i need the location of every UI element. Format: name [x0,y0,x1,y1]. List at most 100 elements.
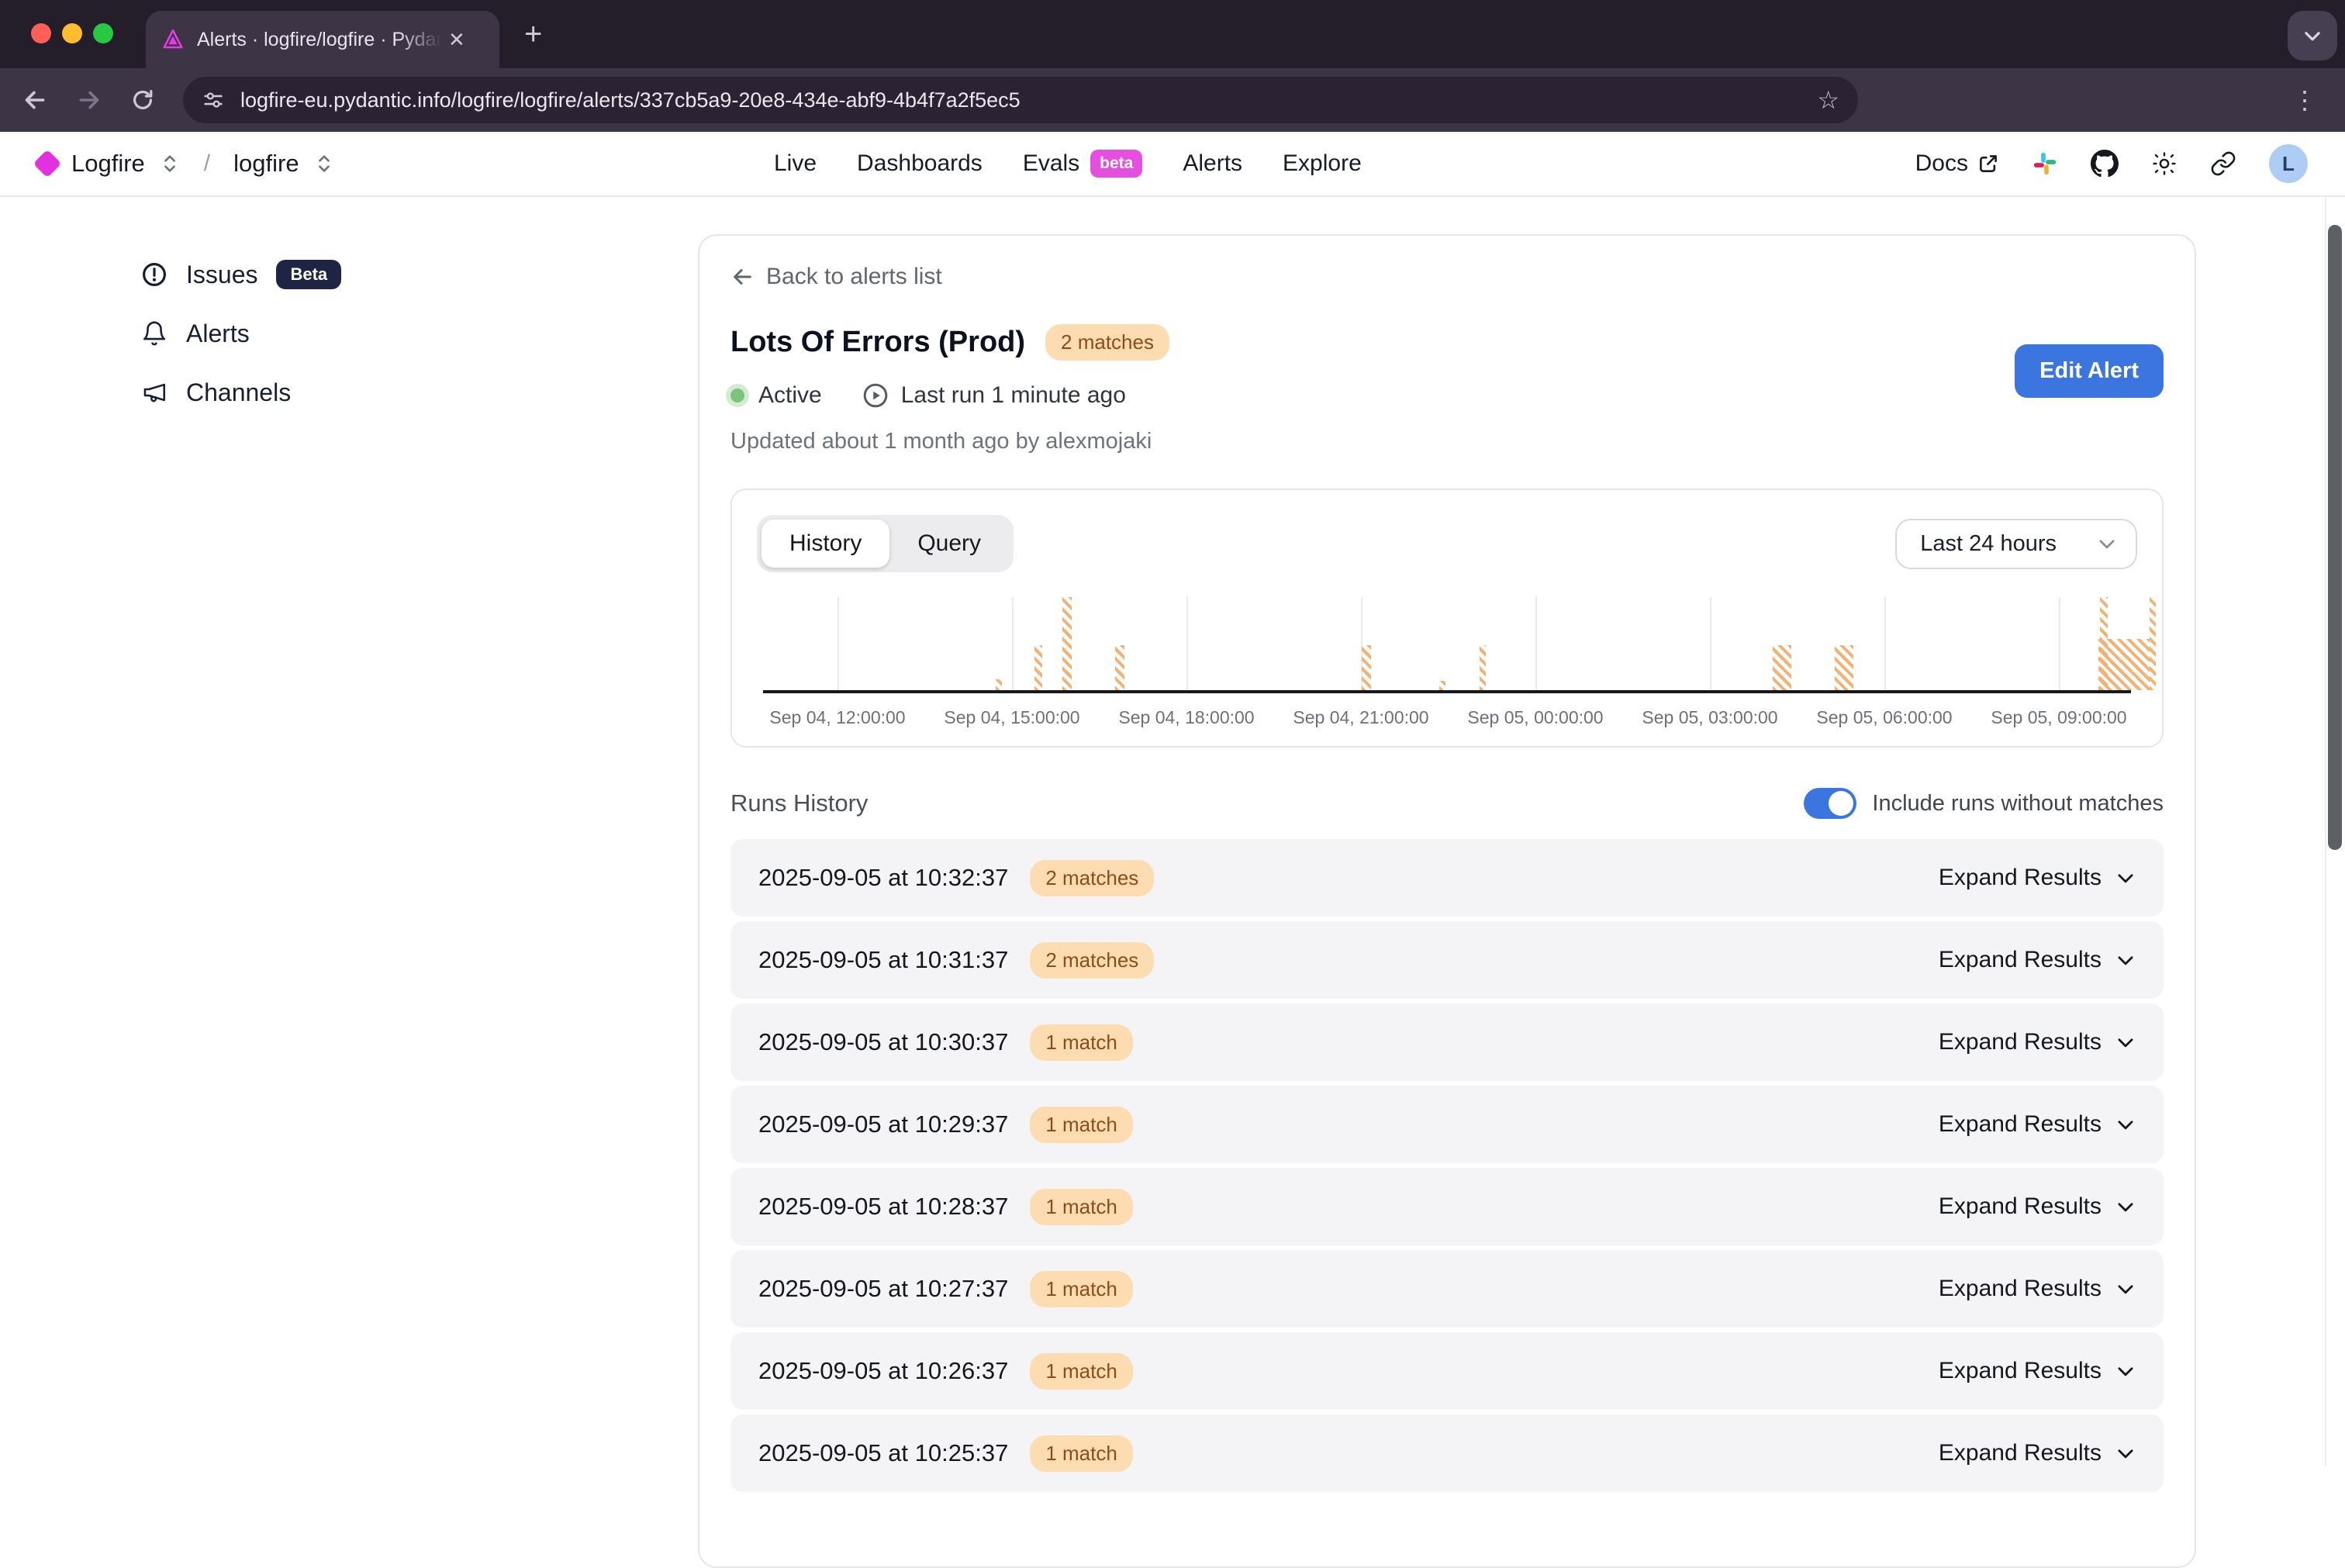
chart-gridline [1186,597,1188,690]
main-nav: Live Dashboards Evalsbeta Alerts Explore [774,150,1362,178]
org-selector-chevrons-icon[interactable] [162,154,178,174]
theme-sun-icon[interactable] [2151,150,2178,177]
sidebar-item-issues[interactable]: Issues Beta [0,245,682,304]
chart-tick-label: Sep 05, 00:00:00 [1467,707,1603,728]
chart-gridline [1012,597,1014,690]
back-to-alerts-link[interactable]: Back to alerts list [730,264,2164,290]
back-icon[interactable] [22,87,48,113]
nav-explore[interactable]: Explore [1283,150,1362,177]
issues-icon [141,261,168,288]
run-timestamp: 2025-09-05 at 10:28:37 [758,1193,1008,1221]
chart-bar [2098,639,2150,690]
browser-menu-icon[interactable]: ⋮ [2292,85,2323,115]
run-row: 2025-09-05 at 10:31:37 2 matches Expand … [730,921,2164,999]
run-timestamp: 2025-09-05 at 10:31:37 [758,946,1008,974]
run-timestamp: 2025-09-05 at 10:27:37 [758,1275,1008,1303]
chart-tick-label: Sep 04, 18:00:00 [1118,707,1254,728]
run-matches-badge: 1 match [1030,1353,1133,1390]
tab-close-icon[interactable]: ✕ [448,28,465,52]
app-header: Logfire / logfire Live Dashboards Evalsb… [0,132,2345,197]
edit-alert-button[interactable]: Edit Alert [2015,344,2164,398]
browser-toolbar: logfire-eu.pydantic.info/logfire/logfire… [0,68,2345,132]
alert-detail-card: Back to alerts list Lots Of Errors (Prod… [698,234,2196,1568]
history-query-tabs: History Query [757,515,1014,572]
chart-tick-label: Sep 04, 21:00:00 [1293,707,1428,728]
reload-icon[interactable] [130,88,155,112]
run-timestamp: 2025-09-05 at 10:30:37 [758,1028,1008,1056]
last-run-info: Last run 1 minute ago [862,382,1126,409]
run-row: 2025-09-05 at 10:30:37 1 match Expand Re… [730,1003,2164,1081]
sidebar-item-alerts[interactable]: Alerts [0,304,682,363]
org-selector[interactable]: Logfire [71,150,145,178]
project-selector[interactable]: logfire [233,150,299,178]
nav-dashboards[interactable]: Dashboards [857,150,983,177]
chart-bar [1115,645,1124,690]
browser-tab[interactable]: Alerts · logfire/logfire · Pydan ✕ [146,11,499,68]
time-range-select[interactable]: Last 24 hours [1895,519,2137,569]
breadcrumb-separator: / [204,150,210,177]
expand-results-button[interactable]: Expand Results [1939,1276,2136,1302]
tab-query[interactable]: Query [889,520,1009,568]
chart-bar [1062,597,1072,690]
nav-live[interactable]: Live [774,150,817,177]
page-scrollbar-thumb[interactable] [2328,225,2342,850]
sidebar-item-channels[interactable]: Channels [0,363,682,422]
url-bar[interactable]: logfire-eu.pydantic.info/logfire/logfire… [183,77,1858,123]
run-matches-badge: 1 match [1030,1435,1133,1472]
expand-results-button[interactable]: Expand Results [1939,1440,2136,1466]
run-matches-badge: 2 matches [1030,942,1154,979]
window-minimize-button[interactable] [62,23,82,43]
chart-gridline [1884,597,1886,690]
logfire-logo-icon [33,150,62,178]
runs-list: 2025-09-05 at 10:32:37 2 matches Expand … [730,839,2164,1492]
page-scrollbar-track[interactable] [2325,197,2345,1466]
window-close-button[interactable] [31,23,51,43]
docs-link[interactable]: Docs [1915,150,1999,177]
nav-evals[interactable]: Evalsbeta [1023,150,1143,178]
tab-search-button[interactable] [2288,11,2337,60]
run-timestamp: 2025-09-05 at 10:29:37 [758,1110,1008,1138]
expand-results-button[interactable]: Expand Results [1939,1029,2136,1055]
share-link-icon[interactable] [2210,150,2236,177]
chart-bar [1034,645,1042,690]
alert-status: Active [730,382,822,409]
external-link-icon [1977,153,1999,174]
bookmark-star-icon[interactable]: ☆ [1817,85,1839,115]
site-settings-icon[interactable] [202,88,225,112]
active-status-dot-icon [730,389,744,402]
run-row: 2025-09-05 at 10:25:37 1 match Expand Re… [730,1414,2164,1492]
play-circle-icon [862,382,889,409]
tab-history[interactable]: History [762,520,889,568]
chart-gridline [1535,597,1537,690]
chart-tick-label: Sep 05, 06:00:00 [1816,707,1952,728]
run-row: 2025-09-05 at 10:27:37 1 match Expand Re… [730,1250,2164,1328]
chart-bar [1773,645,1791,690]
chart-bar [996,679,1002,690]
pydantic-favicon-icon [161,28,185,51]
window-zoom-button[interactable] [93,23,113,43]
include-runs-toggle[interactable] [1804,788,1856,819]
run-row: 2025-09-05 at 10:29:37 1 match Expand Re… [730,1086,2164,1163]
url-text[interactable]: logfire-eu.pydantic.info/logfire/logfire… [240,88,1021,112]
user-avatar[interactable]: L [2269,144,2308,183]
chevron-down-icon [2097,534,2117,554]
megaphone-icon [141,379,168,406]
forward-icon[interactable] [76,87,102,113]
run-timestamp: 2025-09-05 at 10:32:37 [758,864,1008,892]
slack-icon[interactable] [2032,150,2058,177]
github-icon[interactable] [2091,150,2119,178]
runs-history-heading: Runs History [730,789,868,817]
expand-results-button[interactable]: Expand Results [1939,1358,2136,1384]
expand-results-button[interactable]: Expand Results [1939,1111,2136,1138]
new-tab-button[interactable]: + [524,17,542,51]
chart-gridline [837,597,839,690]
run-timestamp: 2025-09-05 at 10:26:37 [758,1357,1008,1385]
chart-bar [2150,597,2156,690]
nav-alerts[interactable]: Alerts [1183,150,1242,177]
header-actions: Docs L [1915,144,2308,183]
project-selector-chevrons-icon[interactable] [316,154,332,174]
tab-title: Alerts · logfire/logfire · Pydan [197,29,442,51]
expand-results-button[interactable]: Expand Results [1939,1193,2136,1220]
expand-results-button[interactable]: Expand Results [1939,865,2136,891]
expand-results-button[interactable]: Expand Results [1939,947,2136,973]
